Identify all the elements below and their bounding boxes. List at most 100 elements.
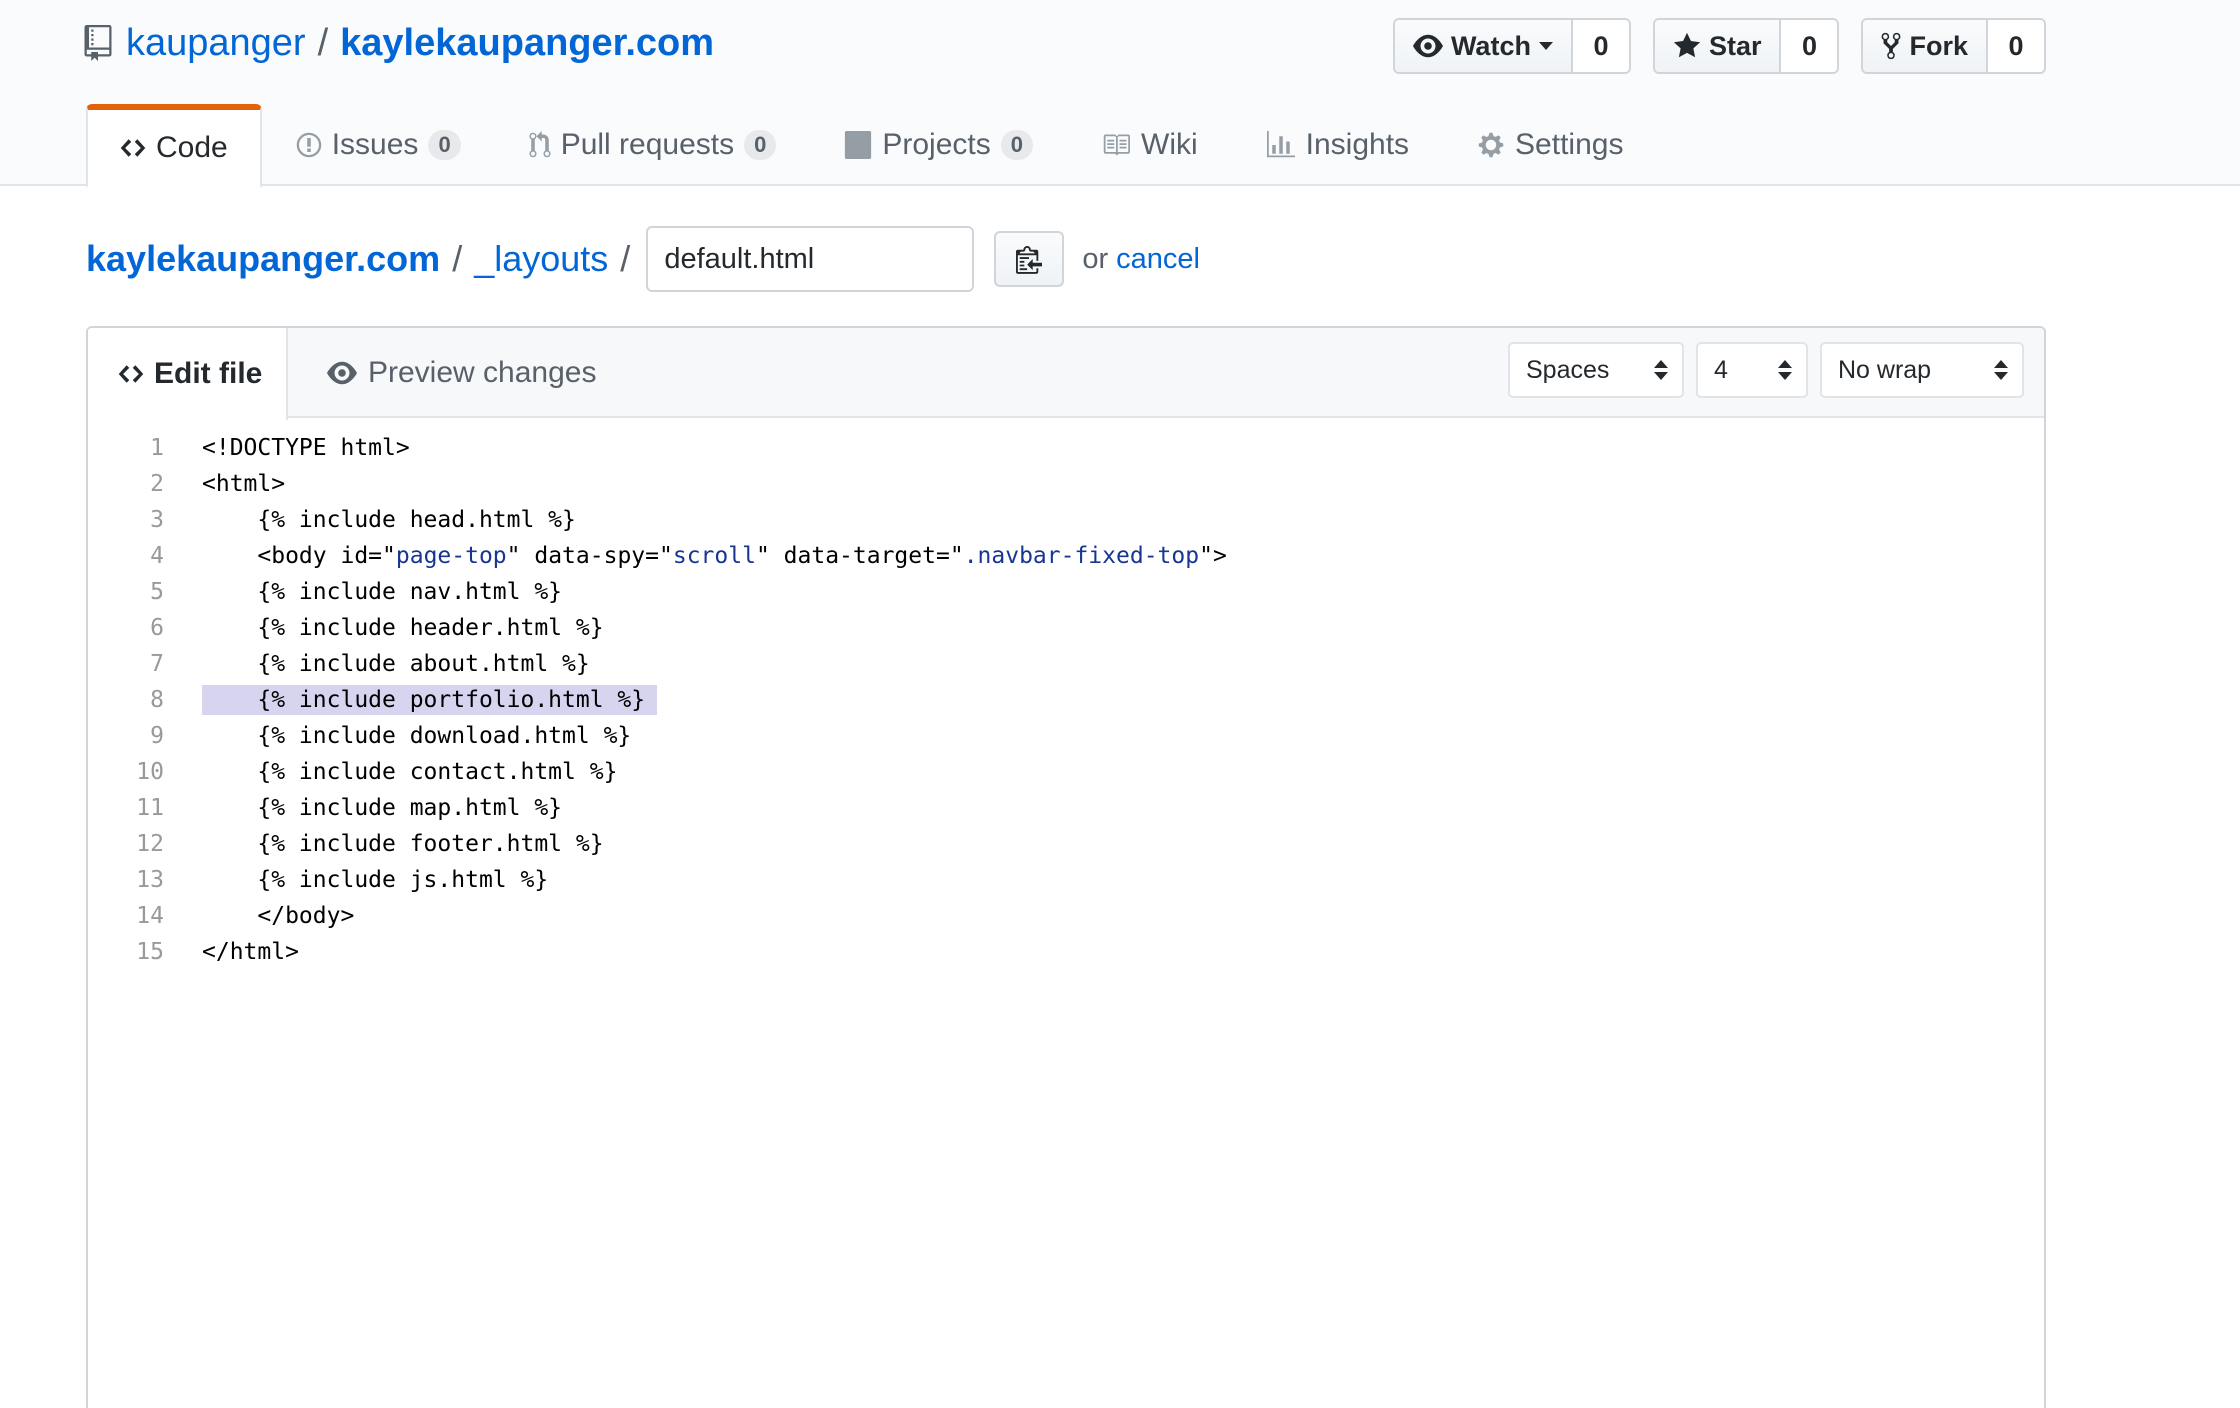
line-number: 15 [136, 939, 164, 965]
tab-insights[interactable]: Insights [1232, 104, 1443, 186]
editor-options: Spaces 4 No wrap [1508, 342, 2024, 398]
eye-icon [327, 361, 357, 385]
or-text: or [1082, 242, 1109, 275]
select-arrows-icon [1654, 360, 1668, 380]
line-code[interactable]: </html> [202, 937, 311, 967]
fork-button[interactable]: Fork [1863, 20, 1988, 72]
breadcrumb-folder-link[interactable]: _layouts [474, 238, 608, 280]
file-editor: Edit file Preview changes Spaces 4 No wr… [86, 326, 2046, 1408]
book-icon [1103, 134, 1130, 156]
watch-label: Watch [1450, 30, 1531, 61]
copy-path-button[interactable] [994, 231, 1065, 287]
tab-projects-label: Projects [882, 128, 991, 161]
indent-mode-value: Spaces [1526, 355, 1610, 384]
wrap-mode-value: No wrap [1838, 355, 1932, 384]
code-editor[interactable]: 1 <!DOCTYPE html> 2 <html> 3 {% include he… [88, 430, 2044, 970]
code-line: 10 {% include contact.html %} [88, 754, 2044, 790]
line-code[interactable]: {% include about.html %} [202, 649, 602, 679]
code-icon [120, 139, 146, 157]
graph-icon [1266, 131, 1295, 158]
code-line: 11 {% include map.html %} [88, 790, 2044, 826]
line-code[interactable]: <html> [202, 469, 297, 499]
tab-issues[interactable]: Issues 0 [262, 104, 495, 186]
indent-mode-select[interactable]: Spaces [1508, 342, 1684, 398]
tab-projects[interactable]: Projects 0 [810, 104, 1067, 186]
pagehead-actions: Watch 0 Star 0 Fork 0 [1392, 18, 2046, 74]
pull-requests-counter: 0 [744, 130, 777, 160]
tab-settings-label: Settings [1515, 128, 1624, 161]
code-line: 2 <html> [88, 466, 2044, 502]
star-icon [1673, 32, 1701, 58]
tab-code[interactable]: Code [86, 104, 262, 188]
repo-title: kaupanger / kaylekaupanger.com [84, 18, 714, 68]
line-code[interactable]: {% include download.html %} [202, 721, 643, 751]
code-line: 6 {% include header.html %} [88, 610, 2044, 646]
line-code[interactable]: {% include contact.html %} [202, 757, 629, 787]
tab-wiki[interactable]: Wiki [1067, 104, 1232, 186]
repo-name-link[interactable]: kaylekaupanger.com [340, 22, 714, 65]
gear-icon [1478, 132, 1504, 158]
line-code[interactable]: {% include head.html %} [202, 505, 588, 535]
breadcrumb-repo-link[interactable]: kaylekaupanger.com [86, 238, 440, 280]
code-icon [118, 365, 144, 383]
fork-button-group: Fork 0 [1861, 18, 2046, 74]
tab-pull-requests-label: Pull requests [560, 128, 735, 161]
tab-edit-file[interactable]: Edit file [88, 328, 288, 420]
line-number: 2 [150, 471, 164, 497]
line-number: 10 [136, 759, 164, 785]
watch-button-group: Watch 0 [1392, 18, 1631, 74]
line-number: 7 [150, 651, 164, 677]
line-code[interactable]: {% include js.html %} [202, 865, 560, 895]
fork-count[interactable]: 0 [1988, 20, 2044, 72]
line-code[interactable]: {% include footer.html %} [202, 829, 616, 859]
code-line: 3 {% include head.html %} [88, 502, 2044, 538]
star-count[interactable]: 0 [1781, 20, 1838, 72]
tab-settings[interactable]: Settings [1443, 104, 1657, 186]
line-code[interactable]: </body> [202, 901, 366, 931]
code-line: 15 </html> [88, 934, 2044, 970]
wrap-mode-select[interactable]: No wrap [1820, 342, 2024, 398]
watch-button[interactable]: Watch [1394, 20, 1573, 72]
repo-owner-link[interactable]: kaupanger [126, 22, 306, 65]
line-code[interactable]: {% include nav.html %} [202, 577, 574, 607]
indent-size-value: 4 [1714, 355, 1728, 384]
string-literal: .navbar-fixed-top [963, 543, 1200, 569]
projects-counter: 0 [1000, 130, 1033, 160]
eye-icon [1412, 34, 1443, 58]
tab-pull-requests[interactable]: Pull requests 0 [495, 104, 811, 186]
fork-icon [1882, 32, 1901, 60]
breadcrumb-separator: / [452, 238, 463, 279]
select-arrows-icon [1994, 360, 2008, 380]
code-line: 9 {% include download.html %} [88, 718, 2044, 754]
indent-size-select[interactable]: 4 [1696, 342, 1808, 398]
filename-input[interactable] [646, 226, 975, 292]
clippy-icon [1016, 246, 1043, 274]
code-line: 8 {% include portfolio.html %} [88, 682, 2044, 718]
fork-label: Fork [1909, 30, 1968, 61]
breadcrumb: kaylekaupanger.com / _layouts / or cance… [86, 226, 1200, 292]
line-code[interactable]: {% include map.html %} [202, 793, 574, 823]
chevron-down-icon [1538, 42, 1553, 50]
string-literal: scroll [672, 543, 756, 569]
repo-icon [84, 25, 112, 61]
line-number: 11 [136, 795, 164, 821]
cancel-link[interactable]: cancel [1116, 243, 1200, 276]
line-code[interactable]: {% include header.html %} [202, 613, 616, 643]
line-number: 4 [150, 543, 164, 569]
tab-preview-changes-label: Preview changes [368, 356, 597, 389]
tab-insights-label: Insights [1305, 128, 1410, 161]
code-line: 13 {% include js.html %} [88, 862, 2044, 898]
watch-count[interactable]: 0 [1572, 20, 1629, 72]
select-arrows-icon [1778, 360, 1792, 380]
line-code[interactable]: <body id="page-top" data-spy="scroll" da… [202, 541, 1239, 571]
line-code[interactable]: <!DOCTYPE html> [202, 433, 422, 463]
tab-wiki-label: Wiki [1141, 128, 1198, 161]
star-label: Star [1708, 30, 1762, 61]
line-number: 13 [136, 867, 164, 893]
line-number: 1 [150, 435, 164, 461]
line-code-highlighted[interactable]: {% include portfolio.html %} [202, 685, 658, 715]
line-number: 14 [136, 903, 164, 929]
repo-header: kaupanger / kaylekaupanger.com Watch 0 S… [0, 0, 2240, 188]
star-button[interactable]: Star [1654, 20, 1782, 72]
tab-preview-changes[interactable]: Preview changes [326, 328, 596, 418]
